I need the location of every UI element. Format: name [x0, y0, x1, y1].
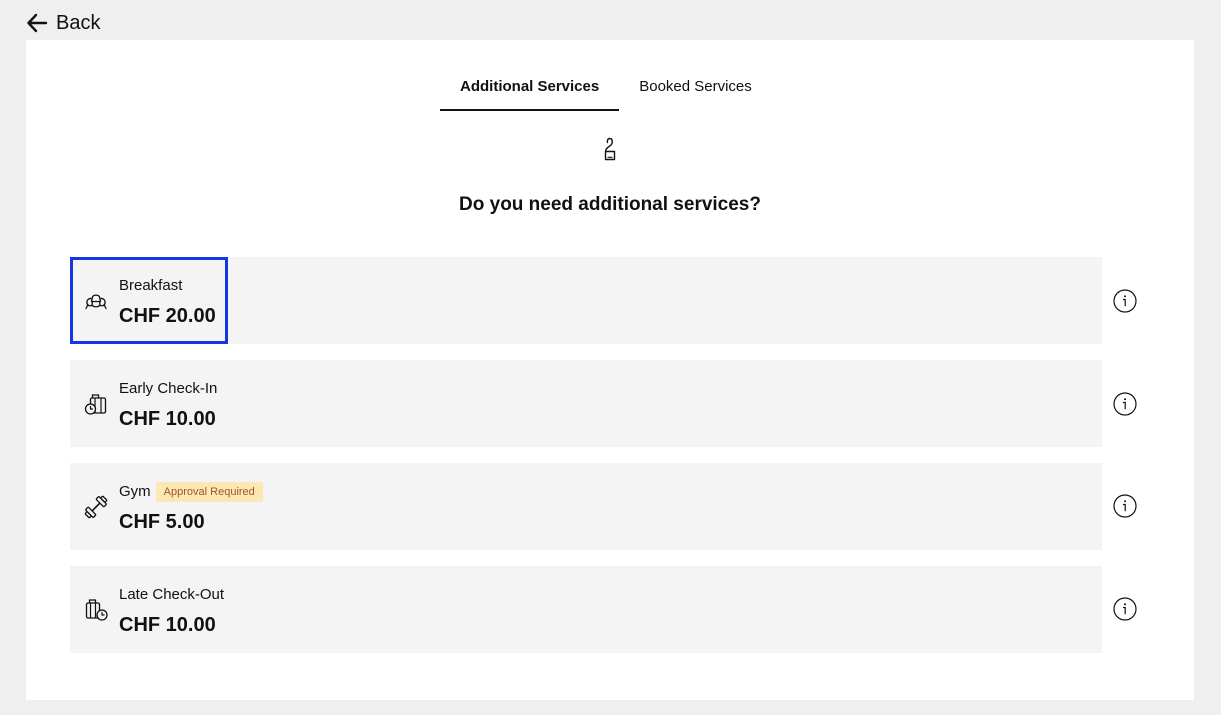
- service-price: CHF 5.00: [119, 510, 205, 533]
- service-name: Gym: [119, 483, 151, 500]
- approval-required-badge: Approval Required: [155, 481, 263, 502]
- service-name: Late Check-Out: [119, 586, 225, 603]
- service-item-gym[interactable]: Gym Approval Required CHF 5.00: [70, 463, 275, 550]
- info-button-late-check-out[interactable]: [1113, 597, 1137, 621]
- dumbbell-icon: [83, 494, 109, 520]
- luggage-clock-icon: [83, 391, 109, 417]
- service-item-early-check-in[interactable]: Early Check-In CHF 10.00: [70, 360, 229, 447]
- info-icon: [1113, 494, 1137, 518]
- info-button-early-check-in[interactable]: [1113, 392, 1137, 416]
- tab-booked-services[interactable]: Booked Services: [619, 70, 772, 111]
- services-card: Additional Services Booked Services Do y…: [26, 40, 1194, 700]
- services-tabs: Additional Services Booked Services: [440, 70, 772, 111]
- info-button-breakfast[interactable]: [1113, 289, 1137, 313]
- service-item-breakfast[interactable]: Breakfast CHF 20.00: [70, 257, 228, 344]
- info-button-gym[interactable]: [1113, 494, 1137, 518]
- service-row-gym: Gym Approval Required CHF 5.00: [70, 463, 1102, 550]
- service-row-late-check-out: Late Check-Out CHF 10.00: [70, 566, 1102, 653]
- croissant-icon: [83, 288, 109, 314]
- back-button[interactable]: Back: [26, 11, 100, 35]
- suitcase-clock-icon: [83, 597, 109, 623]
- door-hanger-icon: [600, 135, 620, 161]
- service-row-breakfast: Breakfast CHF 20.00: [70, 257, 1102, 344]
- service-item-late-check-out[interactable]: Late Check-Out CHF 10.00: [70, 566, 236, 653]
- service-row-early-check-in: Early Check-In CHF 10.00: [70, 360, 1102, 447]
- service-name: Early Check-In: [119, 380, 218, 397]
- service-price: CHF 10.00: [119, 407, 216, 430]
- services-question: Do you need additional services?: [459, 194, 761, 215]
- tab-additional-services[interactable]: Additional Services: [440, 70, 620, 111]
- back-label: Back: [56, 12, 101, 34]
- info-icon: [1113, 289, 1137, 313]
- arrow-left-icon: [26, 12, 48, 34]
- service-name: Breakfast: [119, 277, 183, 294]
- info-icon: [1113, 597, 1137, 621]
- info-icon: [1113, 392, 1137, 416]
- service-price: CHF 10.00: [119, 613, 216, 636]
- service-price: CHF 20.00: [119, 304, 216, 327]
